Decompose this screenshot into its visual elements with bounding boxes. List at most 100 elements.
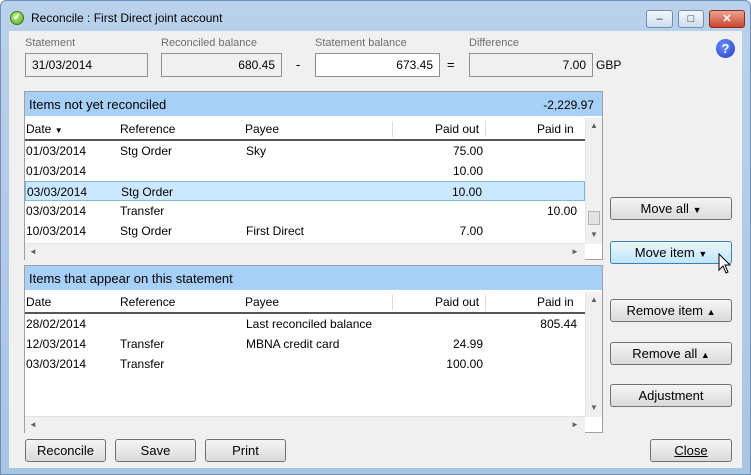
cell-paid-out: 24.99 — [453, 337, 483, 351]
cell-paid-out: 10.00 — [453, 164, 483, 178]
cell-payee: Sky — [246, 144, 266, 158]
sort-desc-icon: ▼ — [55, 126, 63, 135]
cell-paid-out: 100.00 — [446, 357, 483, 371]
col-paid-in[interactable]: Paid in — [537, 295, 574, 309]
col-paid-out[interactable]: Paid out — [435, 295, 479, 309]
cell-payee: Last reconciled balance — [246, 317, 372, 331]
scroll-right-arrow-icon[interactable]: ► — [571, 247, 579, 256]
col-payee[interactable]: Payee — [245, 295, 279, 309]
move-all-label: Move all — [641, 201, 689, 216]
close-window-button[interactable]: ✕ — [709, 10, 745, 28]
close-button[interactable]: Close — [650, 439, 732, 462]
maximize-button[interactable]: □ — [678, 10, 704, 28]
window-title: Reconcile : First Direct joint account — [31, 11, 222, 25]
statement-items-title: Items that appear on this statement — [29, 271, 233, 286]
col-payee[interactable]: Payee — [245, 122, 279, 136]
statement-items-header: Items that appear on this statement — [25, 266, 602, 290]
statement-vscrollbar[interactable]: ▲ ▼ — [585, 292, 602, 417]
table-row[interactable]: 28/02/2014 Last reconciled balance 805.44 — [25, 314, 585, 334]
remove-all-button[interactable]: Remove all ▲ — [610, 342, 732, 365]
col-date[interactable]: Date — [26, 295, 51, 309]
scroll-thumb[interactable] — [588, 211, 600, 225]
scroll-down-arrow-icon[interactable]: ▼ — [590, 403, 598, 412]
cell-paid-in: 10.00 — [547, 204, 577, 218]
move-item-button[interactable]: Move item ▼ — [610, 241, 732, 264]
table-row[interactable]: 12/03/2014TransferMBNA credit card24.99 — [25, 334, 585, 354]
unreconciled-header: Items not yet reconciled -2,229.97 — [25, 92, 602, 116]
mouse-pointer-icon — [718, 253, 732, 275]
col-reference[interactable]: Reference — [120, 295, 175, 309]
cell-date: 01/03/2014 — [26, 164, 86, 178]
table-row[interactable]: 10/03/2014 Stg Order First Direct 7.00 — [25, 221, 585, 241]
scroll-left-arrow-icon[interactable]: ◄ — [29, 420, 37, 429]
cell-date: 10/03/2014 — [26, 224, 86, 238]
table-row[interactable]: 03/03/2014Transfer10.00 — [25, 201, 585, 221]
dialog-body: Statement 31/03/2014 Reconciled balance … — [9, 31, 742, 468]
unreconciled-column-header: Date ▼ Reference Payee Paid out Paid in — [25, 119, 585, 141]
cell-date: 12/03/2014 — [26, 337, 86, 351]
unreconciled-title: Items not yet reconciled — [29, 97, 166, 112]
minimize-button[interactable]: – — [646, 10, 673, 28]
table-row[interactable]: 03/03/2014 Transfer 100.00 — [25, 354, 585, 374]
print-button[interactable]: Print — [205, 439, 286, 462]
cell-paid-out: 10.00 — [452, 185, 482, 199]
reconcile-button[interactable]: Reconcile — [25, 439, 106, 462]
cell-reference: Transfer — [120, 337, 164, 351]
cell-paid-out: 7.00 — [460, 224, 483, 238]
statement-balance-input[interactable]: 673.45 — [315, 53, 440, 77]
green-check-icon: ✓ — [10, 11, 24, 25]
help-question-icon[interactable]: ? — [716, 39, 735, 58]
cell-date: 03/03/2014 — [26, 357, 86, 371]
equals-sign: = — [447, 57, 455, 72]
statement-date-field: 31/03/2014 — [25, 53, 148, 77]
cell-payee: First Direct — [246, 224, 304, 238]
move-item-label: Move item — [635, 245, 695, 260]
reconciled-balance-field: 680.45 — [161, 53, 282, 77]
remove-item-label: Remove item — [626, 303, 703, 318]
unreconciled-panel: Items not yet reconciled -2,229.97 Date … — [24, 91, 603, 260]
table-row[interactable]: 03/03/2014 Stg Order 10.00 — [25, 181, 585, 201]
caret-down-icon: ▼ — [693, 205, 702, 215]
scroll-up-arrow-icon[interactable]: ▲ — [590, 121, 598, 130]
remove-item-button[interactable]: Remove item ▲ — [610, 299, 732, 322]
scroll-up-arrow-icon[interactable]: ▲ — [590, 295, 598, 304]
cell-paid-out: 75.00 — [453, 144, 483, 158]
col-date[interactable]: Date ▼ — [26, 122, 63, 136]
cell-date: 03/03/2014 — [27, 185, 87, 199]
caret-up-icon: ▲ — [701, 350, 710, 360]
move-all-button[interactable]: Move all ▼ — [610, 197, 732, 220]
caret-up-icon: ▲ — [707, 307, 716, 317]
statement-balance-label: Statement balance — [315, 37, 407, 49]
difference-label: Difference — [469, 37, 519, 49]
scroll-left-arrow-icon[interactable]: ◄ — [29, 247, 37, 256]
statement-hscrollbar[interactable]: ◄ ► — [25, 416, 585, 433]
cell-reference: Stg Order — [120, 144, 172, 158]
cell-date: 01/03/2014 — [26, 144, 86, 158]
reconcile-window: ✓ Reconcile : First Direct joint account… — [0, 0, 751, 475]
cell-reference: Transfer — [120, 357, 164, 371]
unreconciled-total: -2,229.97 — [543, 98, 594, 112]
statement-column-header: Date Reference Payee Paid out Paid in — [25, 292, 585, 314]
title-bar: ✓ Reconcile : First Direct joint account… — [1, 1, 750, 31]
adjustment-button[interactable]: Adjustment — [610, 384, 732, 407]
col-paid-out[interactable]: Paid out — [435, 122, 479, 136]
reconciled-balance-label: Reconciled balance — [161, 37, 257, 49]
cell-date: 28/02/2014 — [26, 317, 86, 331]
col-paid-in[interactable]: Paid in — [537, 122, 574, 136]
save-button[interactable]: Save — [115, 439, 196, 462]
unreconciled-hscrollbar[interactable]: ◄ ► — [25, 243, 585, 260]
cell-reference: Stg Order — [121, 185, 173, 199]
col-reference[interactable]: Reference — [120, 122, 175, 136]
minus-sign: - — [296, 57, 300, 72]
currency-label: GBP — [596, 58, 621, 72]
cell-reference: Stg Order — [120, 224, 172, 238]
unreconciled-vscrollbar[interactable]: ▲ ▼ — [585, 118, 602, 244]
table-row[interactable]: 01/03/2014 Stg Order Sky 75.00 — [25, 141, 585, 161]
caret-down-icon: ▼ — [698, 249, 707, 259]
scroll-down-arrow-icon[interactable]: ▼ — [590, 230, 598, 239]
statement-items-panel: Items that appear on this statement Date… — [24, 265, 603, 433]
table-row[interactable]: 01/03/2014 10.00 — [25, 161, 585, 181]
cell-paid-in: 805.44 — [540, 317, 577, 331]
scroll-right-arrow-icon[interactable]: ► — [571, 420, 579, 429]
cell-reference: Transfer — [120, 204, 164, 218]
